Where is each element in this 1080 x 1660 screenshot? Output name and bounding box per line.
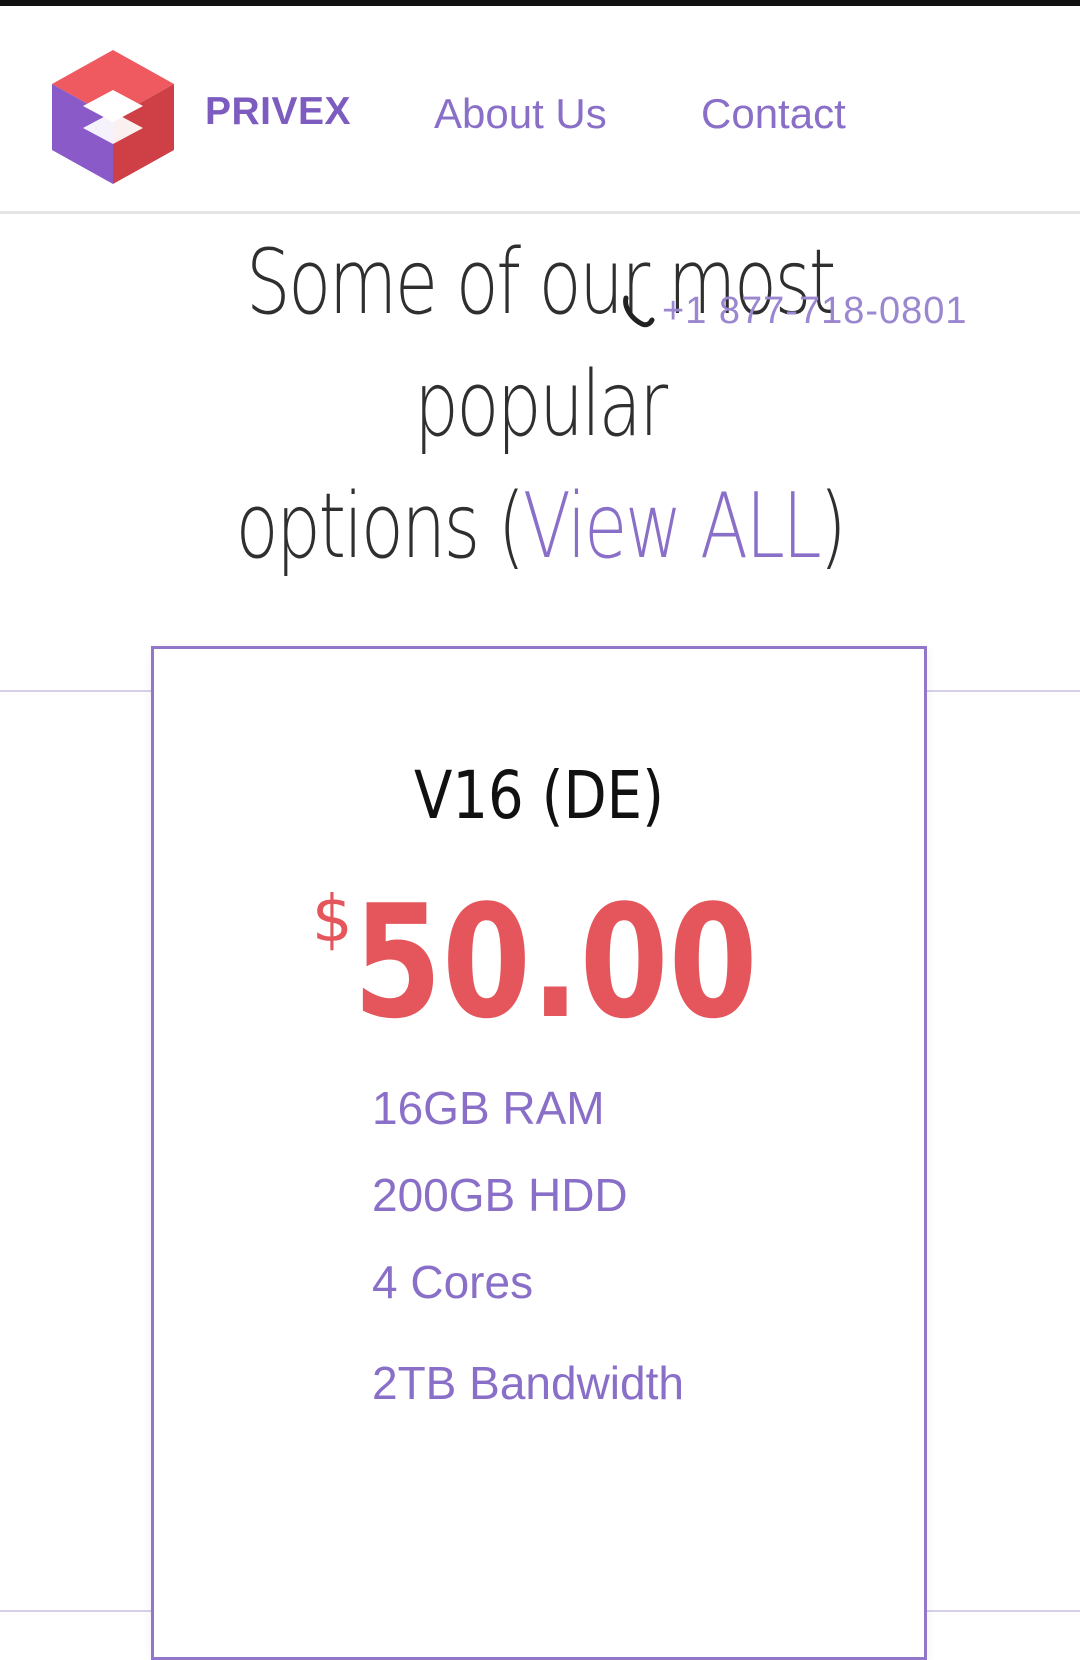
heading-line-2: options (View ALL) xyxy=(134,466,945,588)
nav-about-us[interactable]: About Us xyxy=(434,90,607,138)
price-amount: 50.00 xyxy=(352,871,758,1053)
plan-name: V16 (DE) xyxy=(413,757,665,834)
divider-right-top xyxy=(927,690,1080,692)
nav-contact[interactable]: Contact xyxy=(701,90,846,138)
divider-right-bottom xyxy=(927,1610,1080,1612)
price-currency: $ xyxy=(311,883,353,957)
phone-icon xyxy=(623,295,655,328)
plan-price: $50.00 xyxy=(154,871,924,1053)
divider-left-bottom xyxy=(0,1610,151,1612)
heading-line-1: Some of our most popular xyxy=(246,230,836,457)
heading-prefix: options ( xyxy=(235,474,526,579)
privex-logo-icon[interactable] xyxy=(52,50,174,184)
feature-ram: 16GB RAM xyxy=(372,1082,605,1134)
header-divider xyxy=(0,211,1080,214)
plan-card[interactable]: V16 (DE) $50.00 16GB RAM 200GB HDD 4 Cor… xyxy=(151,646,927,1660)
view-all-link[interactable]: View ALL xyxy=(523,474,822,579)
feature-storage: 200GB HDD xyxy=(372,1169,628,1221)
brand-name[interactable]: PRIVEX xyxy=(205,90,351,134)
site-header: PRIVEX About Us Contact xyxy=(0,6,1080,214)
section-heading: Some of our most popular options (View A… xyxy=(134,222,945,588)
feature-bandwidth: 2TB Bandwidth xyxy=(372,1357,684,1409)
heading-suffix: ) xyxy=(819,474,846,579)
feature-cores: 4 Cores xyxy=(372,1256,534,1308)
phone-number[interactable]: +1 877-718-0801 xyxy=(662,290,968,333)
divider-left-top xyxy=(0,690,151,692)
